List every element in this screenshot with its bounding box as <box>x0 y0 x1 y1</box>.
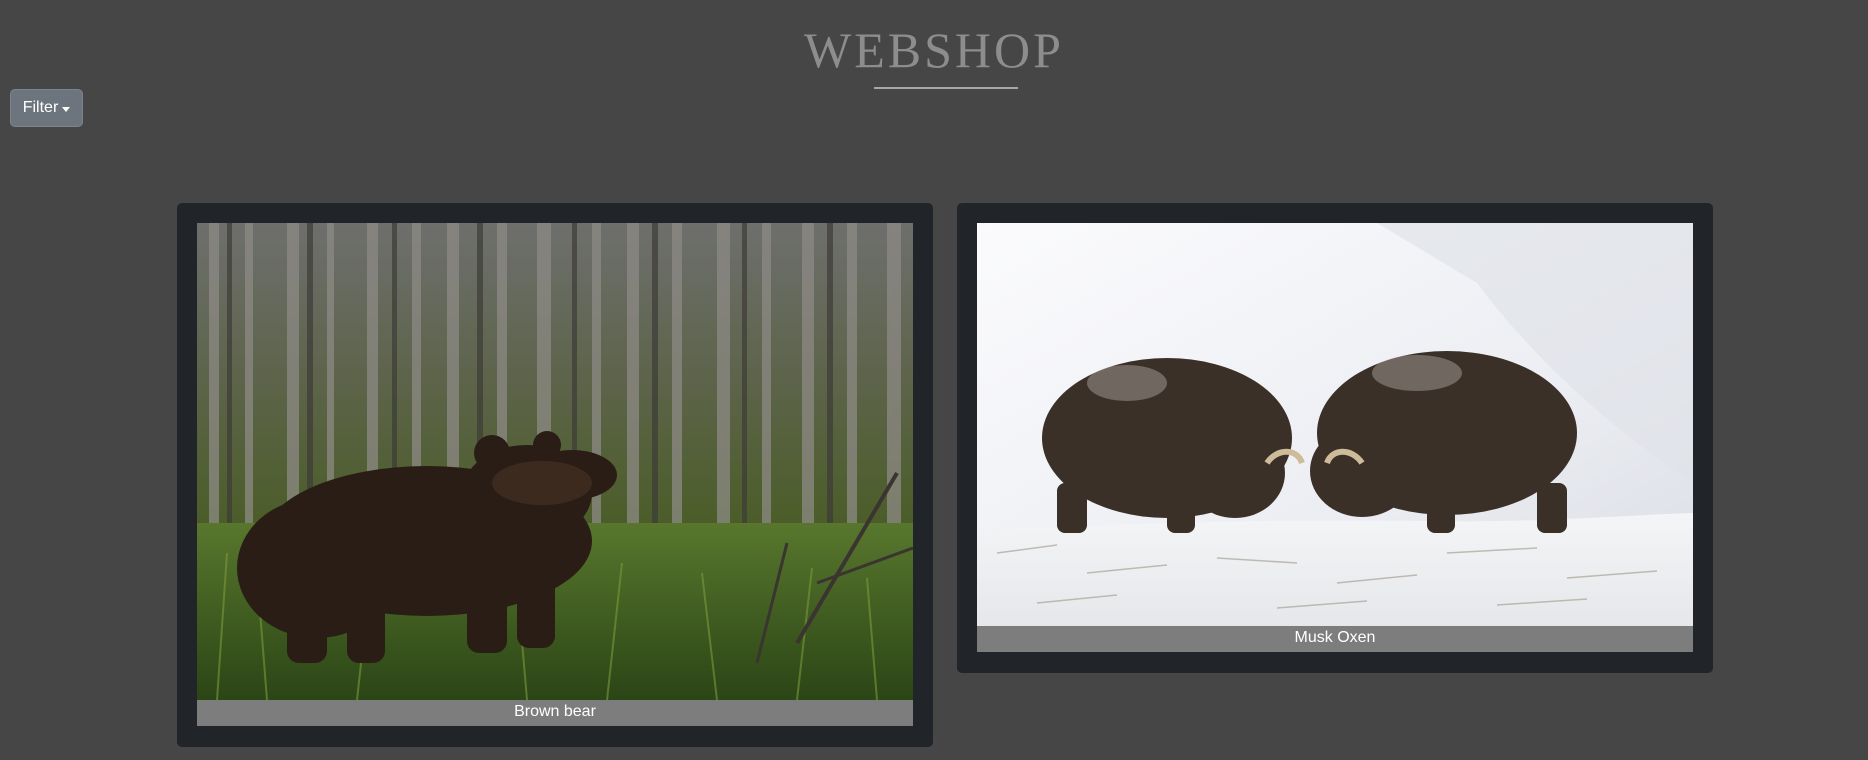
filter-dropdown-button[interactable]: Filter <box>10 89 83 127</box>
product-card-brown-bear[interactable]: Brown bear <box>177 203 933 747</box>
musk-oxen-photo[interactable] <box>977 223 1693 626</box>
filter-button-label: Filter <box>22 99 59 116</box>
product-caption: Musk Oxen <box>977 626 1693 652</box>
chevron-down-icon <box>62 106 71 112</box>
product-card-musk-oxen[interactable]: Musk Oxen <box>957 203 1713 673</box>
title-underline <box>874 87 1018 89</box>
brown-bear-photo[interactable] <box>197 223 913 700</box>
product-caption: Brown bear <box>197 700 913 726</box>
page-title: WEBSHOP <box>804 22 1064 78</box>
